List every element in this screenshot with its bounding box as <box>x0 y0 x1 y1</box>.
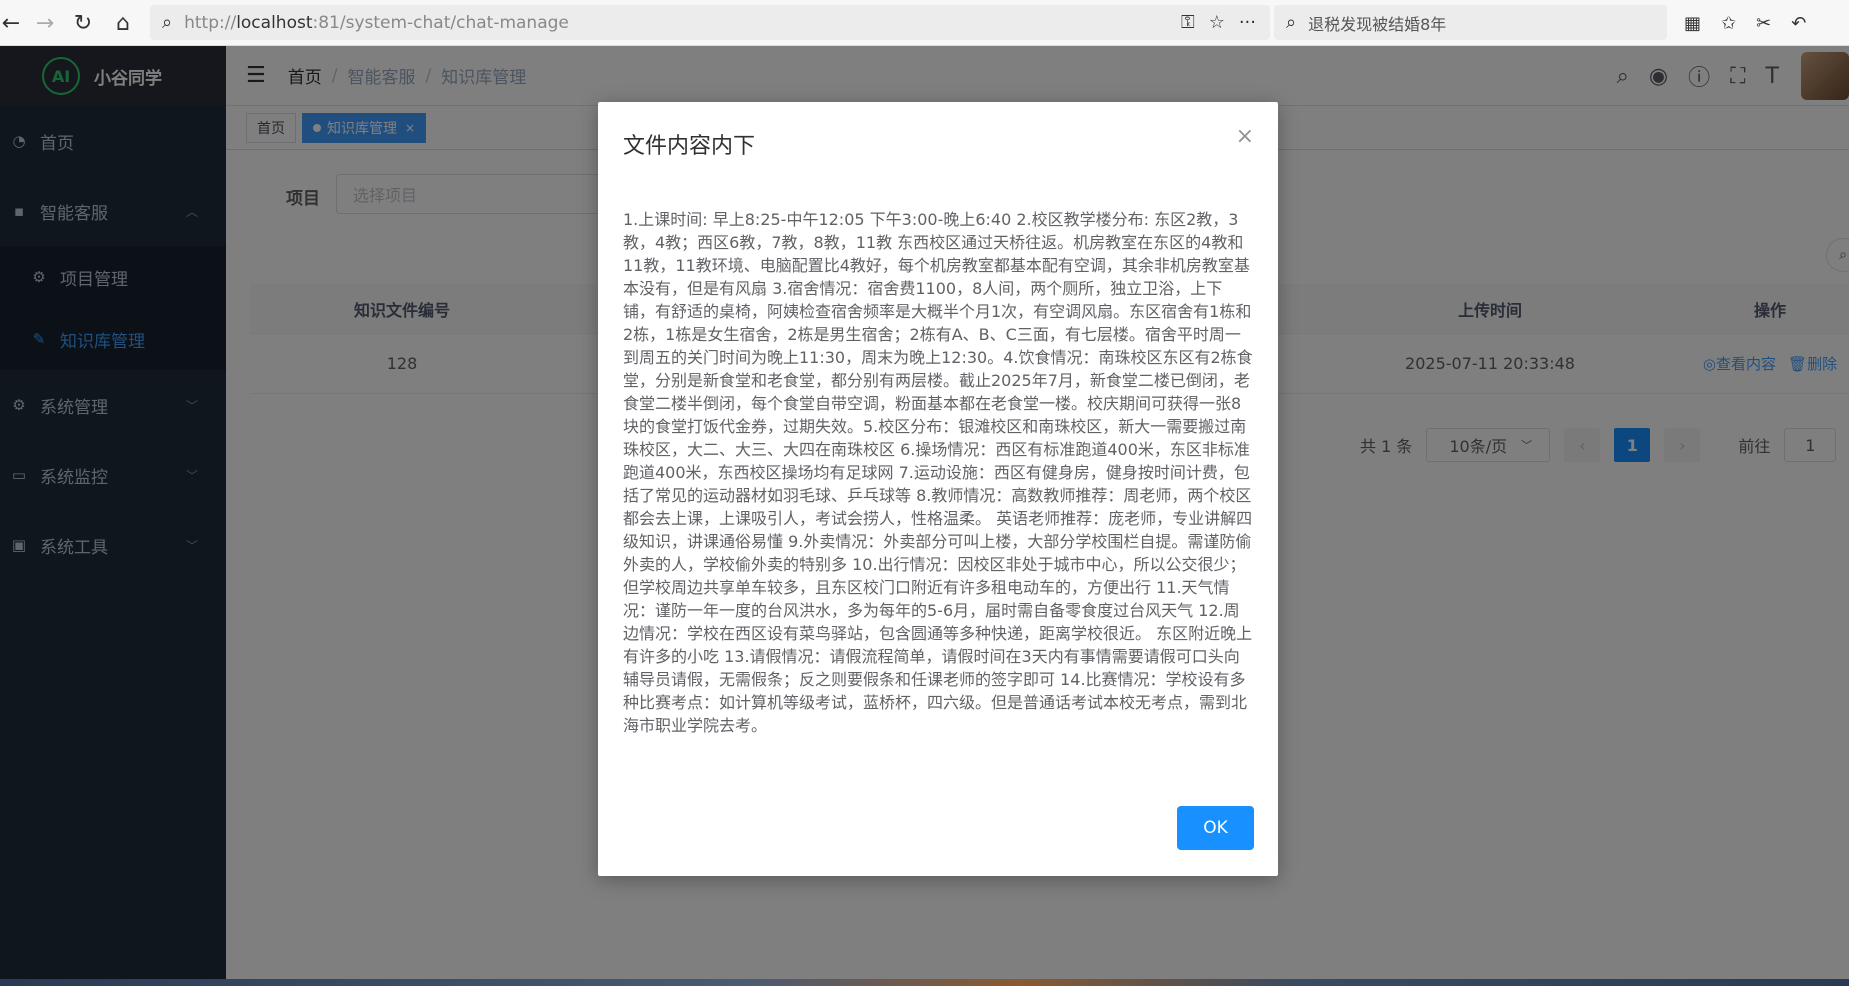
home-icon[interactable]: ⌂ <box>104 4 142 42</box>
more-icon[interactable]: ··· <box>1239 12 1256 33</box>
search-icon: ⌕ <box>1286 12 1297 33</box>
url-text: http://localhost:81/system-chat/chat-man… <box>184 12 569 33</box>
browser-toolbar: ← → ↻ ⌂ ⌕ http://localhost:81/system-cha… <box>0 0 1849 46</box>
reload-icon[interactable]: ↻ <box>64 4 102 42</box>
close-icon[interactable]: × <box>1236 124 1254 149</box>
dialog-title: 文件内容内下 <box>623 134 756 159</box>
ok-button[interactable]: OK <box>1177 806 1254 850</box>
taskbar-strip <box>0 979 1849 986</box>
star-icon[interactable]: ☆ <box>1209 12 1225 33</box>
browser-search-box[interactable]: ⌕ 退税发现被结婚8年 <box>1274 5 1667 40</box>
apps-grid-icon[interactable]: ▦ <box>1684 13 1701 34</box>
undo-icon[interactable]: ↶ <box>1791 13 1806 34</box>
address-bar[interactable]: ⌕ http://localhost:81/system-chat/chat-m… <box>150 5 1270 40</box>
search-icon: ⌕ <box>162 12 173 33</box>
favorites-icon[interactable]: ✩ <box>1721 13 1736 34</box>
file-content-dialog: 文件内容内下 × 1.上课时间: 早上8:25-中午12:05 下午3:00-晚… <box>598 102 1278 876</box>
key-icon[interactable]: ⚿ <box>1181 12 1195 33</box>
scissors-icon[interactable]: ✂ <box>1756 13 1771 34</box>
forward-icon[interactable]: → <box>26 4 64 42</box>
search-text: 退税发现被结婚8年 <box>1308 14 1447 34</box>
dialog-body: 1.上课时间: 早上8:25-中午12:05 下午3:00-晚上6:40 2.校… <box>623 210 1253 735</box>
